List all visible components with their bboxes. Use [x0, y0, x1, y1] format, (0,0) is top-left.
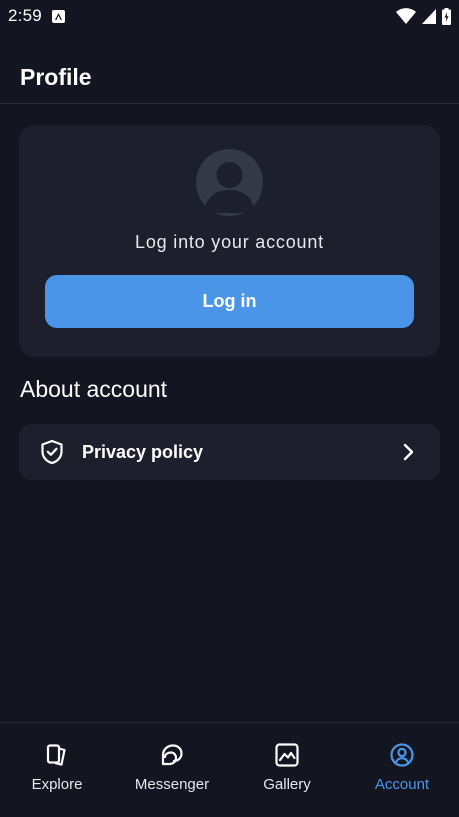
nav-label-gallery: Gallery: [263, 776, 311, 793]
login-prompt: Log into your account: [135, 232, 324, 252]
login-button[interactable]: Log in: [45, 275, 414, 328]
shield-check-icon: [41, 439, 63, 465]
nav-item-explore[interactable]: Explore: [0, 723, 114, 817]
avatar-placeholder-icon: [196, 149, 263, 216]
nav-item-account[interactable]: Account: [345, 723, 459, 817]
app-header: Profile: [0, 52, 459, 104]
nav-label-account: Account: [374, 776, 430, 793]
privacy-policy-label: Privacy policy: [82, 442, 204, 462]
messenger-icon: [161, 744, 183, 766]
nav-label-messenger: Messenger: [134, 776, 210, 793]
notification-app-icon: [51, 9, 65, 23]
chevron-right-icon: [403, 443, 414, 461]
screen: 2:59 Profile Log into your account Log i…: [0, 0, 459, 817]
login-card: Log into your account Log in: [19, 125, 440, 357]
section-title-about-account: About account: [20, 376, 168, 402]
nav-label-explore: Explore: [31, 776, 83, 793]
status-time: 2:59: [8, 6, 42, 25]
account-icon: [390, 743, 414, 767]
explore-icon: [46, 744, 66, 766]
bottom-navigation: Explore Messenger Gallery Account: [0, 722, 459, 817]
wifi-icon: [396, 8, 416, 24]
nav-item-gallery[interactable]: Gallery: [230, 723, 344, 817]
status-bar: 2:59: [0, 0, 459, 32]
cellular-signal-icon: [422, 8, 436, 24]
page-title: Profile: [20, 64, 92, 90]
privacy-policy-item[interactable]: Privacy policy: [19, 424, 440, 480]
battery-charging-icon: [442, 7, 451, 25]
gallery-icon: [275, 743, 299, 767]
nav-item-messenger[interactable]: Messenger: [115, 723, 229, 817]
